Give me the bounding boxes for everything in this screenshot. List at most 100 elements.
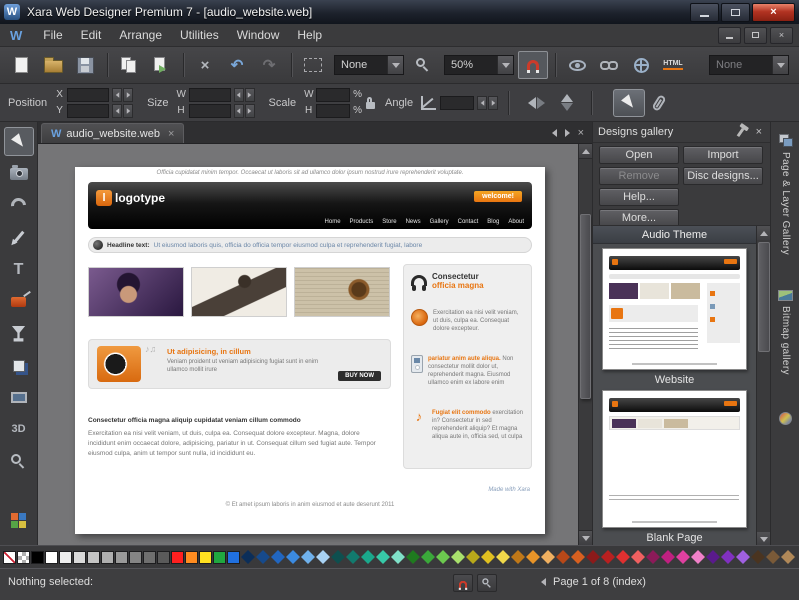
color-swatch[interactable]	[115, 551, 128, 564]
theme-color-swatch[interactable]	[376, 550, 390, 564]
nav-home[interactable]: Home	[325, 219, 341, 225]
zoom-level-combo[interactable]: 50%	[444, 55, 514, 75]
canvas-vertical-scrollbar[interactable]	[578, 144, 592, 545]
theme-color-swatch[interactable]	[766, 550, 780, 564]
fill-tool[interactable]	[4, 287, 34, 316]
design-thumbnail-website[interactable]	[602, 248, 747, 370]
design-caption-blank-page[interactable]: Blank Page	[593, 532, 756, 544]
theme-color-swatch[interactable]	[361, 550, 375, 564]
copy-button[interactable]	[114, 51, 144, 79]
lock-aspect-icon[interactable]	[366, 102, 375, 109]
position-x-spinner[interactable]	[112, 88, 133, 102]
theme-color-swatch[interactable]	[631, 550, 645, 564]
undo-button[interactable]: ↶	[222, 51, 252, 79]
shape-editor-tool[interactable]	[4, 191, 34, 220]
delete-button[interactable]: ×	[190, 51, 220, 79]
design-thumbnail-blank-page[interactable]	[602, 390, 747, 528]
menu-help[interactable]: Help	[288, 25, 331, 45]
section-audio-theme[interactable]: Audio Theme	[593, 226, 756, 244]
zoom-dropdown-button[interactable]	[497, 56, 513, 74]
color-swatch[interactable]	[227, 551, 240, 564]
scroll-down-button[interactable]	[579, 530, 592, 545]
selector-tool[interactable]	[4, 127, 34, 156]
color-swatch[interactable]	[143, 551, 156, 564]
photo-dj-girl[interactable]	[88, 267, 184, 317]
paperclip-icon[interactable]	[651, 94, 666, 112]
color-swatch[interactable]	[87, 551, 100, 564]
web-page-document[interactable]: Officia cupidatat minim tempor. Occaecat…	[75, 167, 545, 534]
theme-color-swatch[interactable]	[316, 550, 330, 564]
theme-color-swatch[interactable]	[676, 550, 690, 564]
photo-tool[interactable]	[4, 159, 34, 188]
prev-tab-button[interactable]	[552, 129, 557, 137]
nav-blog[interactable]: Blog	[487, 219, 499, 225]
theme-color-swatch[interactable]	[616, 550, 630, 564]
color-swatch[interactable]	[59, 551, 72, 564]
web-style-dropdown-button[interactable]	[772, 56, 788, 74]
remove-design-button[interactable]: Remove	[599, 167, 679, 185]
site-logo[interactable]: l logotype	[96, 190, 165, 206]
pen-tool[interactable]	[4, 223, 34, 252]
open-button[interactable]	[38, 51, 68, 79]
position-y-spinner[interactable]	[112, 104, 133, 118]
scroll-up-button[interactable]	[579, 144, 592, 159]
theme-color-swatch[interactable]	[781, 550, 795, 564]
theme-color-swatch[interactable]	[241, 550, 255, 564]
theme-color-swatch[interactable]	[391, 550, 405, 564]
close-document-button[interactable]: ×	[578, 127, 584, 139]
nav-products[interactable]: Products	[350, 219, 374, 225]
theme-color-swatch[interactable]	[721, 550, 735, 564]
theme-color-swatch[interactable]	[736, 550, 750, 564]
theme-color-swatch[interactable]	[271, 550, 285, 564]
clip-view-button[interactable]	[298, 51, 328, 79]
size-w-spinner[interactable]	[234, 88, 255, 102]
gallery-scroll-up-button[interactable]	[757, 226, 771, 240]
theme-color-swatch[interactable]	[466, 550, 480, 564]
publish-button[interactable]	[626, 51, 656, 79]
menu-utilities[interactable]: Utilities	[171, 25, 228, 45]
new-document-button[interactable]	[6, 51, 36, 79]
angle-field[interactable]	[440, 96, 474, 110]
gallery-scroll-down-button[interactable]	[757, 532, 771, 546]
line-style-dropdown-button[interactable]	[387, 56, 403, 74]
theme-color-swatch[interactable]	[451, 550, 465, 564]
theme-color-swatch[interactable]	[256, 550, 270, 564]
feature-box[interactable]: ♪♫ Ut adipisicing, in cillum Veniam proi…	[88, 339, 391, 389]
photo-violin-scroll[interactable]	[294, 267, 390, 317]
nav-contact[interactable]: Contact	[458, 219, 479, 225]
designs-gallery-close-icon[interactable]: ×	[753, 126, 765, 138]
gallery-scrollbar[interactable]	[756, 226, 771, 546]
nav-store[interactable]: Store	[382, 219, 396, 225]
color-swatch[interactable]	[129, 551, 142, 564]
theme-color-swatch[interactable]	[331, 550, 345, 564]
document-tab-close-icon[interactable]: ×	[168, 128, 174, 140]
color-swatch[interactable]	[101, 551, 114, 564]
theme-color-swatch[interactable]	[661, 550, 675, 564]
photo-violinist[interactable]	[191, 267, 287, 317]
zoom-indicator[interactable]	[477, 574, 497, 592]
theme-color-swatch[interactable]	[436, 550, 450, 564]
menu-arrange[interactable]: Arrange	[110, 25, 171, 45]
welcome-button[interactable]: welcome!	[474, 191, 522, 202]
open-design-button[interactable]: Open	[599, 146, 679, 164]
doc-minimize-button[interactable]	[718, 27, 741, 44]
theme-color-swatch[interactable]	[481, 550, 495, 564]
gallery-scrollbar-thumb[interactable]	[758, 242, 770, 352]
scrollbar-thumb[interactable]	[580, 214, 591, 399]
menu-file[interactable]: File	[34, 25, 71, 45]
zoom-tool-button[interactable]	[408, 51, 438, 79]
flip-vertical-button[interactable]	[561, 94, 573, 111]
transparent-swatch[interactable]	[17, 551, 30, 564]
zoom-tool[interactable]	[4, 447, 34, 476]
color-swatch[interactable]	[199, 551, 212, 564]
redo-button[interactable]: ↷	[254, 51, 284, 79]
nav-news[interactable]: News	[406, 219, 421, 225]
color-swatch[interactable]	[185, 551, 198, 564]
web-style-combo[interactable]: None	[709, 55, 789, 75]
nav-about[interactable]: About	[508, 219, 524, 225]
canvas[interactable]: Officia cupidatat minim tempor. Occaecat…	[38, 144, 578, 545]
buy-now-button[interactable]: BUY NOW	[338, 371, 381, 381]
color-swatch[interactable]	[171, 551, 184, 564]
design-caption-website[interactable]: Website	[593, 374, 756, 386]
shadow-tool[interactable]	[4, 351, 34, 380]
